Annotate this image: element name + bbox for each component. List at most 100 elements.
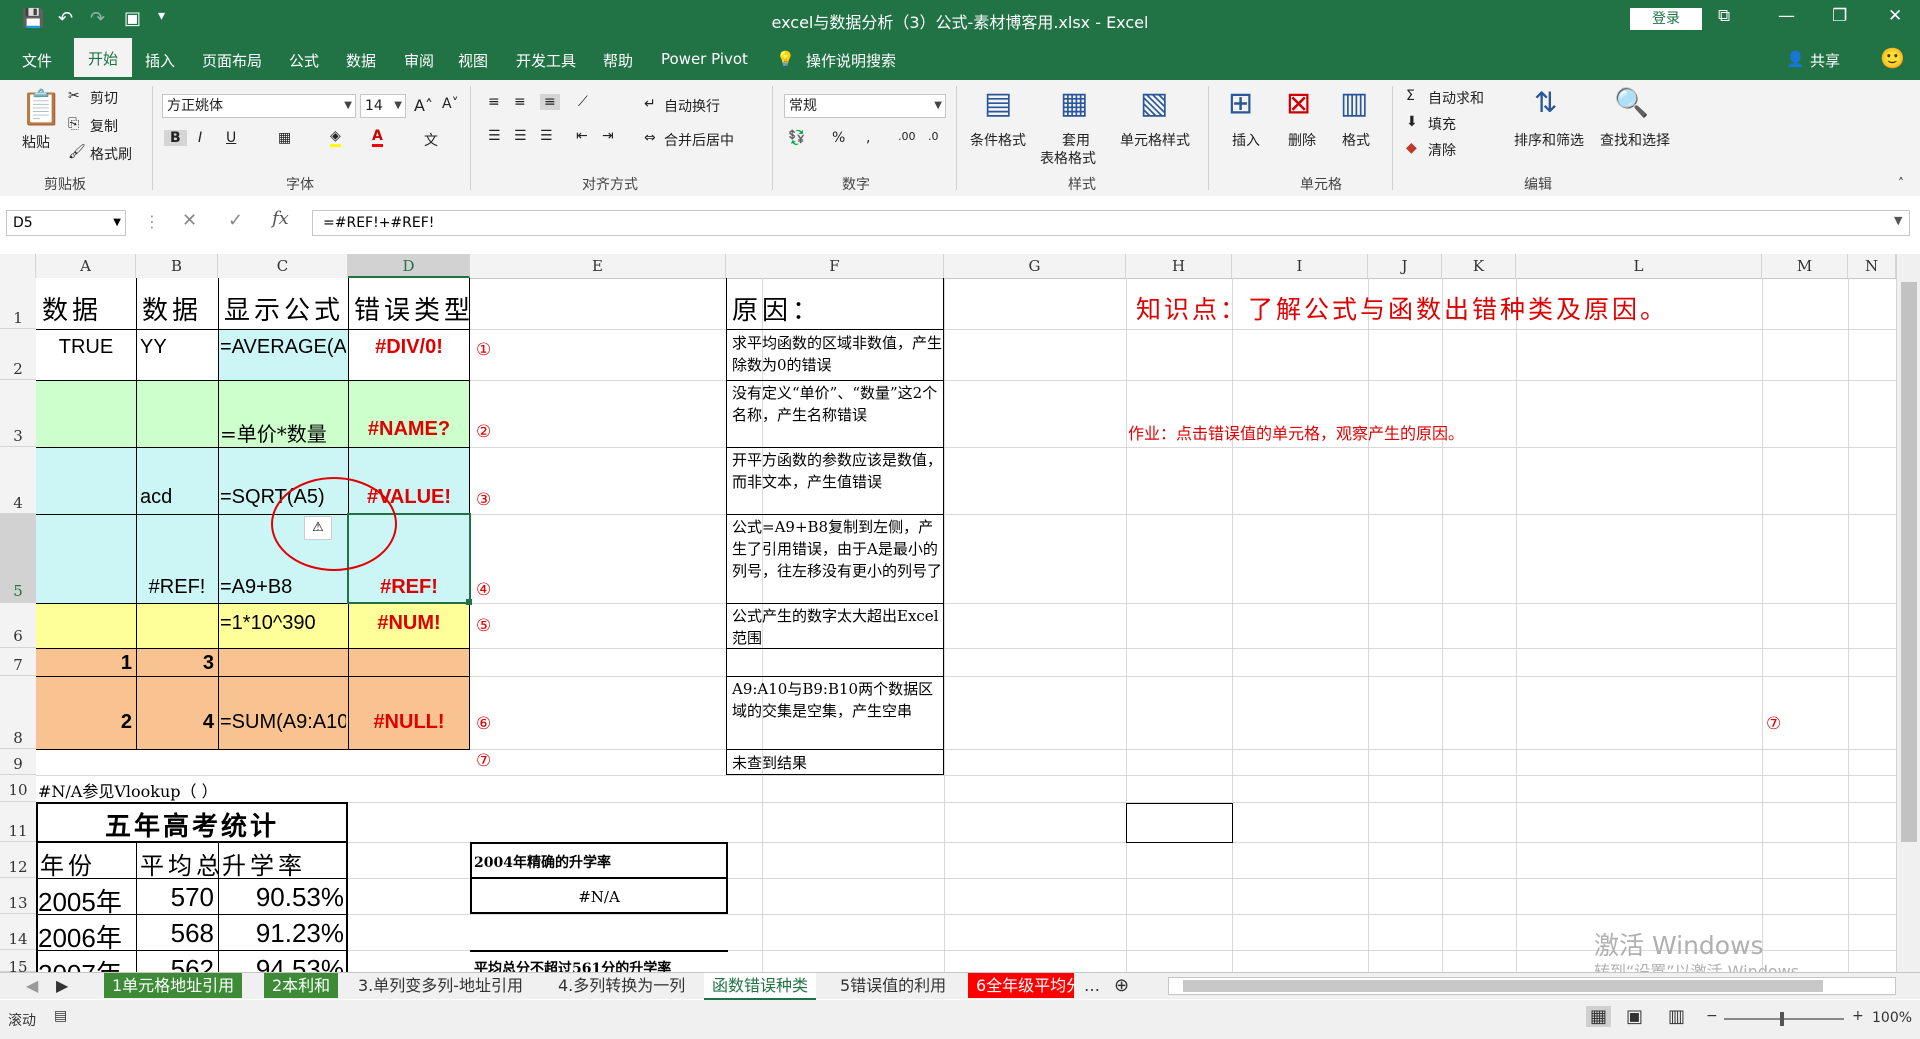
col-header-f[interactable]: F (726, 254, 944, 278)
tab-page-layout[interactable]: 页面布局 (202, 50, 262, 71)
col-header-l[interactable]: L (1516, 254, 1762, 278)
row-header-12[interactable]: 12 (0, 842, 36, 878)
cell-a7[interactable]: 1 (36, 652, 132, 675)
fill-icon[interactable]: ⬇ (1406, 114, 1418, 130)
zoom-level[interactable]: 100% (1872, 1010, 1912, 1026)
stats-header-avg[interactable]: 平均总 (140, 846, 218, 881)
stats-r3-rate[interactable]: 94.53% (218, 954, 344, 972)
copy-button[interactable]: 复制 (90, 116, 118, 136)
stats-r2-year[interactable]: 2006年 (38, 918, 122, 955)
tab-home[interactable]: 开始 (74, 38, 132, 80)
decrease-font-icon[interactable]: A˅ (442, 96, 459, 112)
sheet-tab-6[interactable]: 6全年级平均分 (968, 973, 1074, 998)
col-header-g[interactable]: G (944, 254, 1126, 278)
cell-b4[interactable]: acd (140, 486, 172, 509)
tab-file[interactable]: 文件 (22, 50, 52, 71)
align-middle-icon[interactable]: ≡ (514, 94, 526, 110)
share-button[interactable]: 共享 (1810, 50, 1840, 71)
row-header-7[interactable]: 7 (0, 648, 36, 676)
col-header-m[interactable]: M (1762, 254, 1848, 278)
cell-b5[interactable]: #REF! (136, 576, 218, 599)
bold-button[interactable]: B (164, 130, 187, 146)
vertical-scrollbar[interactable] (1896, 254, 1920, 972)
cell-d8[interactable]: #NULL! (348, 711, 470, 734)
add-sheet-icon[interactable]: ⊕ (1106, 973, 1137, 998)
tell-me-search[interactable]: 操作说明搜索 (806, 50, 896, 71)
tab-help[interactable]: 帮助 (603, 50, 633, 71)
tab-view[interactable]: 视图 (458, 50, 488, 71)
tab-data[interactable]: 数据 (346, 50, 376, 71)
phonetic-icon[interactable]: 文 (424, 130, 438, 150)
cell-d3[interactable]: #NAME? (348, 418, 470, 441)
worksheet-grid[interactable]: 数据 数据 显示公式 错误类型 原因： 知识点：了解公式与函数出错种类及原因。 … (36, 278, 1896, 972)
tab-review[interactable]: 审阅 (404, 50, 434, 71)
cell-d2[interactable]: #DIV/0! (348, 336, 470, 359)
delete-cells-icon[interactable]: ⊠ (1286, 86, 1311, 121)
cut-button[interactable]: 剪切 (90, 88, 118, 108)
stats-r1-year[interactable]: 2005年 (38, 882, 122, 919)
zoom-in-icon[interactable]: + (1852, 1008, 1864, 1024)
enter-icon[interactable]: ✓ (228, 210, 243, 231)
decrease-decimal-icon[interactable]: .0 (928, 130, 939, 143)
name-box[interactable]: D5 ▼ (6, 210, 126, 236)
stats-title[interactable]: 五年高考统计 (36, 806, 348, 843)
header-f1[interactable]: 原因： (732, 290, 822, 327)
page-break-icon[interactable]: ▥ (1668, 1006, 1685, 1027)
tab-developer[interactable]: 开发工具 (516, 50, 576, 71)
col-header-k[interactable]: K (1442, 254, 1516, 278)
reason-f4[interactable]: 开平方函数的参数应该是数值，而非文本，产生值错误 (732, 449, 942, 493)
reason-f6[interactable]: 公式产生的数字太大超出Excel范围 (732, 605, 942, 649)
align-bottom-icon[interactable]: ≡ (540, 94, 560, 110)
format-painter-button[interactable]: 格式刷 (90, 144, 132, 164)
increase-indent-icon[interactable]: ⇥ (602, 128, 614, 144)
cell-c2[interactable]: =AVERAGE(A2 (220, 336, 346, 359)
col-header-i[interactable]: I (1232, 254, 1368, 278)
conditional-format-button[interactable]: 条件格式 (970, 130, 1026, 150)
format-as-table-button-l2[interactable]: 表格格式 (1040, 148, 1096, 168)
cell-c3[interactable]: =单价*数量 (220, 418, 346, 447)
tab-insert[interactable]: 插入 (145, 50, 175, 71)
cell-a10[interactable]: #N/A参见Vlookup（ ） (38, 778, 218, 802)
header-a1[interactable]: 数据 (42, 290, 102, 327)
tab-formulas[interactable]: 公式 (289, 50, 319, 71)
merge-icon[interactable]: ⇔ (644, 130, 656, 146)
row-header-15[interactable]: 15 (0, 950, 36, 976)
reason-f5[interactable]: 公式=A9+B8复制到左侧，产生了引用错误，由于A是最小的列号，往左移没有更小的… (732, 516, 942, 582)
copy-icon[interactable]: ⎘ (68, 116, 79, 132)
sheet-tab-4[interactable]: 4.多列转换为一列 (550, 973, 693, 998)
orientation-icon[interactable]: ⟋ (578, 94, 588, 110)
autosum-button[interactable]: 自动求和 (1428, 88, 1484, 108)
sheet-tab-3[interactable]: 3.单列变多列-地址引用 (350, 973, 531, 998)
cell-h11[interactable] (1126, 803, 1233, 843)
col-header-d[interactable]: D (348, 254, 470, 278)
below-561-label[interactable]: 平均总分不超过561分的升学率 (474, 958, 671, 972)
italic-button[interactable]: I (198, 130, 202, 146)
number-format-select[interactable]: 常规 ▼ (784, 94, 946, 118)
row-header-1[interactable]: 1 (0, 278, 36, 329)
row-header-14[interactable]: 14 (0, 914, 36, 950)
fill-color-icon[interactable]: ◈ (330, 128, 341, 147)
macro-record-icon[interactable]: ▤ (54, 1008, 67, 1024)
smiley-icon[interactable]: 🙂 (1880, 46, 1905, 70)
knowledge-point[interactable]: 知识点：了解公式与函数出错种类及原因。 (1136, 290, 1668, 326)
col-header-n[interactable]: N (1848, 254, 1896, 278)
accuracy-value[interactable]: #N/A (470, 888, 728, 906)
row-header-5[interactable]: 5 (0, 514, 36, 603)
page-layout-icon[interactable]: ▣ (1626, 1006, 1643, 1027)
insert-cells-button[interactable]: 插入 (1232, 130, 1260, 150)
comma-icon[interactable]: , (866, 130, 870, 146)
sort-filter-button[interactable]: 排序和筛选 (1514, 130, 1584, 150)
stats-r1-avg[interactable]: 570 (136, 882, 214, 913)
row-header-4[interactable]: 4 (0, 447, 36, 514)
format-painter-icon[interactable]: 🖌 (68, 144, 86, 160)
sheet-tab-5[interactable]: 5错误值的利用 (832, 973, 954, 998)
cell-b2[interactable]: YY (140, 336, 167, 359)
row-header-8[interactable]: 8 (0, 676, 36, 749)
cut-icon[interactable]: ✂ (68, 88, 80, 104)
stats-r3-year[interactable]: 2007年 (38, 954, 122, 972)
next-sheet-icon[interactable]: ▶ (48, 973, 76, 998)
stats-r2-avg[interactable]: 568 (136, 918, 214, 949)
cell-styles-icon[interactable]: ▧ (1140, 86, 1168, 121)
row-header-13[interactable]: 13 (0, 878, 36, 914)
cell-c6[interactable]: =1*10^390 (220, 612, 346, 635)
